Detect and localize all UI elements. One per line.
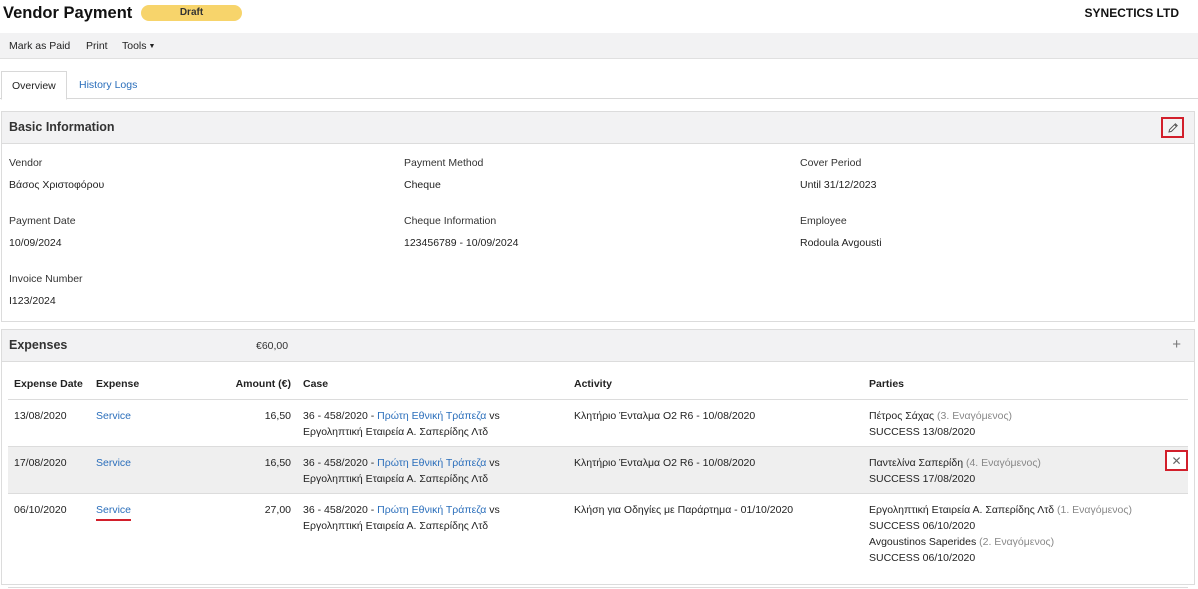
case-number: 36 - 458/2020 - xyxy=(303,456,378,469)
table-row: 06/10/2020 Service 27,00 36 - 458/2020 -… xyxy=(8,493,1188,588)
employee-label: Employee xyxy=(800,215,847,227)
case-party-link[interactable]: Πρώτη Εθνική Τράπεζα xyxy=(377,504,486,516)
print-button[interactable]: Print xyxy=(86,40,108,52)
cover-period-label: Cover Period xyxy=(800,157,862,169)
payment-method-value: Cheque xyxy=(404,179,441,191)
case-cell: 36 - 458/2020 - Πρώτη Εθνική Τράπεζα vs Ε… xyxy=(297,399,568,447)
column-expense-date: Expense Date xyxy=(8,370,90,400)
expense-date: 13/08/2020 xyxy=(8,399,90,447)
basic-information-title: Basic Information xyxy=(9,120,115,134)
column-amount: Amount (€) xyxy=(175,370,297,400)
tools-menu-button[interactable]: Tools ▼ xyxy=(122,40,155,52)
expense-link[interactable]: Service xyxy=(96,457,131,469)
parties-cell: Εργοληπτική Εταιρεία Α. Σαπερίδης Λτδ (1… xyxy=(863,493,1188,588)
case-defendant: Εργοληπτική Εταιρεία Α. Σαπερίδης Λτδ xyxy=(303,519,489,532)
cheque-information-label: Cheque Information xyxy=(404,215,497,227)
status-badge: Draft xyxy=(141,5,242,21)
case-number: 36 - 458/2020 - xyxy=(303,409,378,422)
case-cell: 36 - 458/2020 - Πρώτη Εθνική Τράπεζα vs Ε… xyxy=(297,446,568,494)
tab-bar: Overview History Logs xyxy=(0,71,1198,100)
column-expense: Expense xyxy=(90,370,175,400)
payment-date-value: 10/09/2024 xyxy=(9,237,62,249)
expense-amount: 27,00 xyxy=(175,493,297,588)
cover-period-value: Until 31/12/2023 xyxy=(800,179,877,191)
party-name: Εργοληπτική Εταιρεία Α. Σαπερίδης Λτδ xyxy=(869,503,1055,516)
expenses-panel: Expenses €60,00 + Expense Date Expense A… xyxy=(1,329,1195,588)
party-role: (3. Εναγόμενος) xyxy=(937,409,1013,422)
party-role: (2. Εναγόμενος) xyxy=(979,535,1055,548)
invoice-number-value: I123/2024 xyxy=(9,295,56,307)
party-name: Avgoustinos Saperides xyxy=(869,535,977,548)
expense-date: 06/10/2020 xyxy=(8,493,90,588)
table-row: 13/08/2020 Service 16,50 36 - 458/2020 -… xyxy=(8,399,1188,447)
expense-link[interactable]: Service xyxy=(96,503,132,521)
case-defendant: Εργοληπτική Εταιρεία Α. Σαπερίδης Λτδ xyxy=(303,425,489,438)
case-party-link[interactable]: Πρώτη Εθνική Τράπεζα xyxy=(377,410,486,422)
basic-information-header: Basic Information xyxy=(2,112,1194,144)
tab-overview[interactable]: Overview xyxy=(1,71,67,100)
parties-cell: Παντελίνα Σαπερίδη (4. Εναγόμενος) SUCCES… xyxy=(863,446,1188,494)
table-header-row: Expense Date Expense Amount (€) Case Act… xyxy=(8,370,1188,400)
party-name: Πέτρος Σάχας xyxy=(869,409,935,422)
activity: Κλητήριο Ένταλμα Ο2 R6 - 10/08/2020 xyxy=(568,399,863,447)
case-vs: vs xyxy=(486,456,500,469)
case-cell: 36 - 458/2020 - Πρώτη Εθνική Τράπεζα vs Ε… xyxy=(297,493,568,588)
party-status: SUCCESS 17/08/2020 xyxy=(869,472,976,485)
column-case: Case xyxy=(297,370,568,400)
mark-as-paid-button[interactable]: Mark as Paid xyxy=(9,40,70,52)
expense-link[interactable]: Service xyxy=(96,410,131,422)
expense-amount: 16,50 xyxy=(175,446,297,494)
edit-button[interactable] xyxy=(1161,117,1184,138)
close-icon[interactable]: ✕ xyxy=(1165,450,1188,471)
pencil-icon xyxy=(1167,122,1178,133)
expense-amount: 16,50 xyxy=(175,399,297,447)
party-role: (1. Εναγόμενος) xyxy=(1056,503,1132,516)
case-number: 36 - 458/2020 - xyxy=(303,503,378,516)
expense-date: 17/08/2020 xyxy=(8,446,90,494)
expenses-header: Expenses €60,00 + xyxy=(2,330,1194,362)
activity: Κλητήριο Ένταλμα Ο2 R6 - 10/08/2020 xyxy=(568,446,863,494)
expenses-table: Expense Date Expense Amount (€) Case Act… xyxy=(8,370,1188,588)
column-parties: Parties xyxy=(863,370,1188,400)
basic-information-panel: Basic Information Vendor Βάσος Χριστοφόρ… xyxy=(1,111,1195,322)
case-party-link[interactable]: Πρώτη Εθνική Τράπεζα xyxy=(377,457,486,469)
toolbar: Mark as Paid Print Tools ▼ xyxy=(0,33,1198,59)
party-status: SUCCESS 06/10/2020 xyxy=(869,551,976,564)
caret-down-icon: ▼ xyxy=(148,43,156,50)
party-name: Παντελίνα Σαπερίδη xyxy=(869,456,964,469)
expenses-title: Expenses xyxy=(9,338,68,352)
company-name: SYNECTICS LTD xyxy=(1084,6,1179,20)
table-row: 17/08/2020 Service 16,50 36 - 458/2020 -… xyxy=(8,446,1188,494)
case-vs: vs xyxy=(486,503,500,516)
tools-label: Tools xyxy=(122,40,147,52)
page-title: Vendor Payment xyxy=(3,4,133,22)
employee-value: Rodoula Avgousti xyxy=(800,237,882,249)
vendor-label: Vendor xyxy=(9,157,43,169)
plus-icon[interactable]: + xyxy=(1172,336,1181,353)
page-header: Vendor Payment Draft SYNECTICS LTD xyxy=(0,0,1198,28)
payment-method-label: Payment Method xyxy=(404,157,484,169)
party-status: SUCCESS 13/08/2020 xyxy=(869,425,976,438)
case-vs: vs xyxy=(486,409,500,422)
case-defendant: Εργοληπτική Εταιρεία Α. Σαπερίδης Λτδ xyxy=(303,472,489,485)
parties-cell: Πέτρος Σάχας (3. Εναγόμενος) SUCCESS 13/0… xyxy=(863,399,1188,447)
party-role: (4. Εναγόμενος) xyxy=(965,456,1041,469)
cheque-information-value: 123456789 - 10/09/2024 xyxy=(404,237,519,249)
payment-date-label: Payment Date xyxy=(9,215,76,227)
column-activity: Activity xyxy=(568,370,863,400)
invoice-number-label: Invoice Number xyxy=(9,273,83,285)
expenses-total: €60,00 xyxy=(256,340,289,352)
party-status: SUCCESS 06/10/2020 xyxy=(869,519,976,532)
vendor-value: Βάσος Χριστοφόρου xyxy=(9,179,105,191)
activity: Κλήση για Οδηγίες με Παράρτημα - 01/10/2… xyxy=(568,493,863,588)
tab-history-logs[interactable]: History Logs xyxy=(69,71,147,99)
